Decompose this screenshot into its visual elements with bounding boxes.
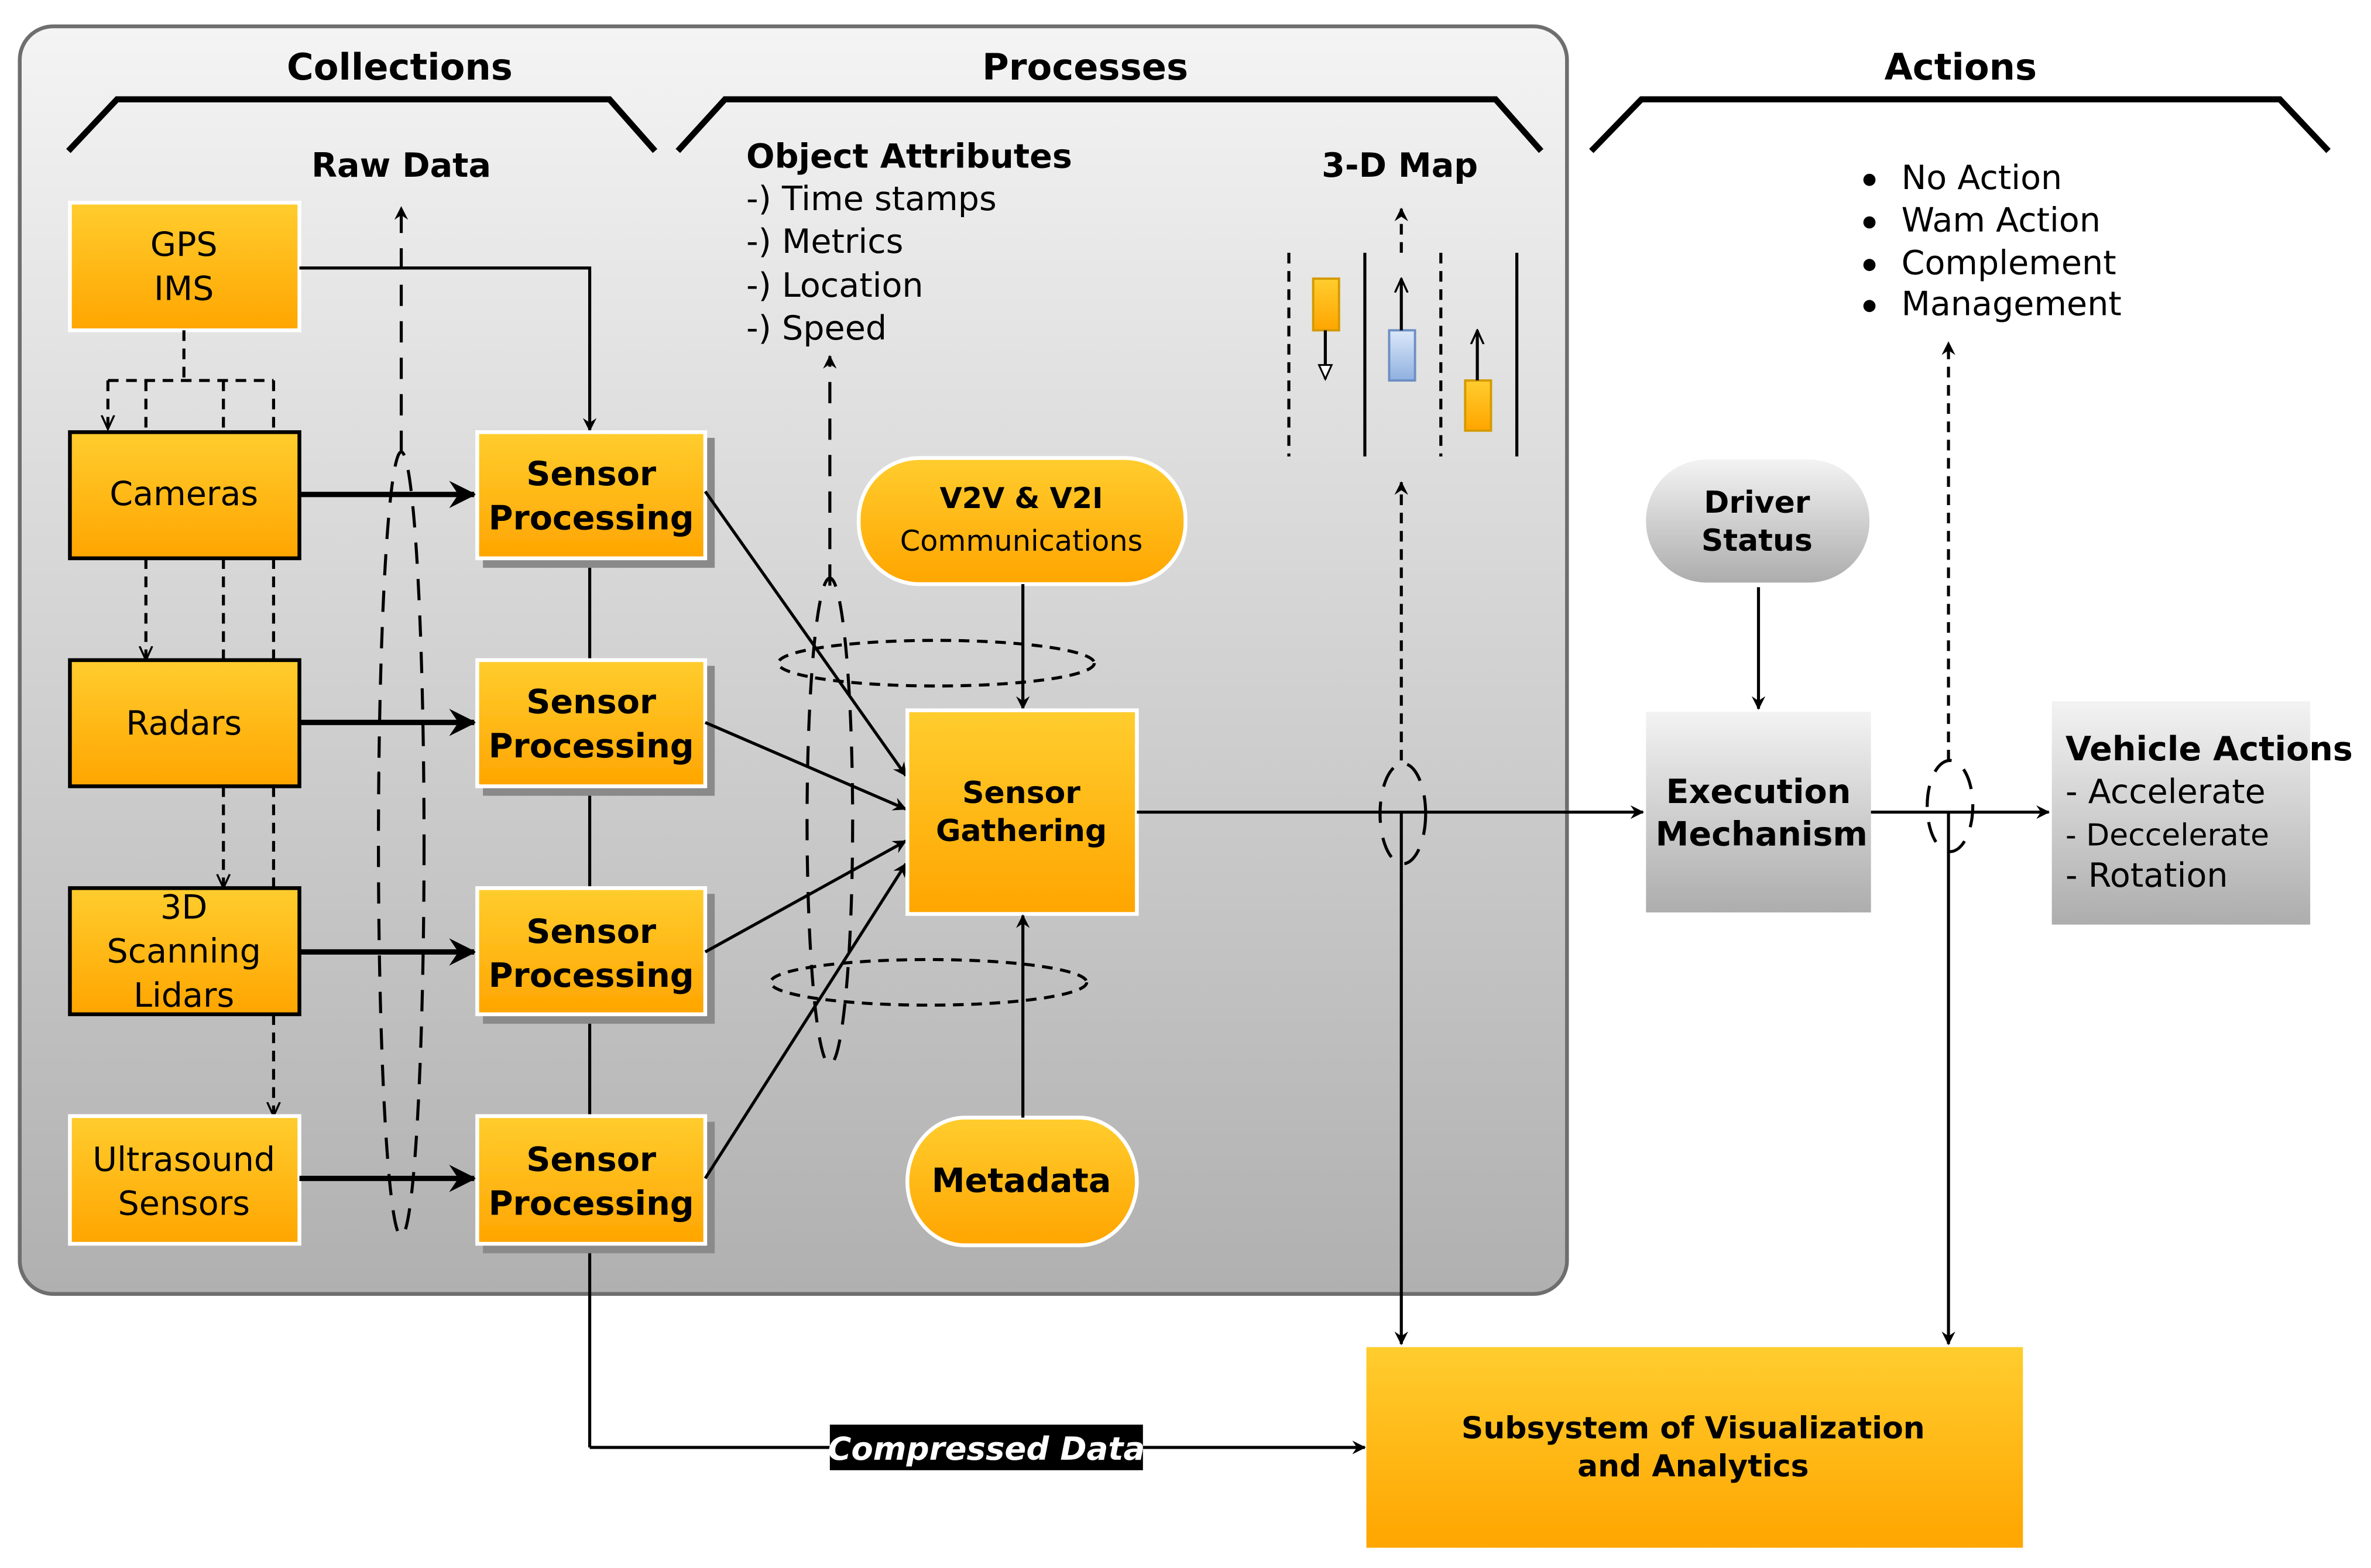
source-lidars-line2: Scanning — [107, 932, 261, 971]
action-list-item: Complement — [1902, 243, 2116, 282]
source-ultrasound[interactable]: Ultrasound Sensors — [68, 1114, 301, 1246]
sensor-gathering-line1: Sensor — [962, 776, 1080, 811]
subsystem-visualization-analytics[interactable]: Subsystem of Visualization and Analytics — [1366, 1347, 2023, 1548]
action-list: No Action Wam Action Complement Manageme… — [1863, 159, 2122, 323]
vehicle-actions[interactable]: Vehicle Actions - Accelerate - Deccelera… — [2051, 701, 2353, 925]
actions-bracket — [1589, 96, 2331, 153]
sensor-processing-1[interactable]: Sensor Processing — [475, 430, 708, 561]
object-attribute-item: -) Speed — [746, 309, 887, 348]
car-adjacent-icon — [1464, 379, 1492, 432]
vehicle-actions-item: - Rotation — [2065, 856, 2228, 895]
vehicle-actions-item: - Accelerate — [2065, 773, 2266, 811]
source-radars[interactable]: Radars — [68, 658, 301, 788]
sensor-gathering-line2: Gathering — [936, 814, 1107, 849]
vehicle-actions-item: - Deccelerate — [2065, 818, 2269, 853]
source-gps-ims-line1: GPS — [150, 225, 218, 264]
source-lidars-line3: Lidars — [133, 976, 234, 1015]
driver-status[interactable]: Driver Status — [1646, 459, 1870, 583]
source-gps-ims[interactable]: GPS IMS — [68, 200, 301, 332]
sensor-processing-4[interactable]: Sensor Processing — [475, 1114, 708, 1246]
section-actions-title: Actions — [1885, 46, 2037, 88]
sensor-processing-3-line1: Sensor — [526, 912, 656, 951]
sensor-processing-3-line2: Processing — [489, 956, 694, 995]
driver-status-line1: Driver — [1704, 485, 1810, 520]
sensor-processing-4-line2: Processing — [489, 1185, 694, 1223]
sensor-processing-4-line1: Sensor — [526, 1140, 656, 1179]
car-oncoming-icon — [1312, 277, 1340, 332]
source-lidars[interactable]: 3D Scanning Lidars — [68, 886, 301, 1017]
action-list-item: Management — [1902, 284, 2122, 323]
action-list-item: Wam Action — [1902, 201, 2101, 240]
sensor-processing-3[interactable]: Sensor Processing — [475, 886, 708, 1017]
source-gps-ims-line2: IMS — [154, 269, 214, 308]
object-attribute-item: -) Location — [746, 266, 924, 305]
v2v-line1: V2V & V2I — [940, 481, 1103, 515]
sensor-processing-2-line1: Sensor — [526, 683, 656, 722]
sensor-gathering[interactable]: Sensor Gathering — [905, 708, 1139, 916]
source-ultrasound-line1: Ultrasound — [92, 1140, 275, 1179]
subsystem-line1: Subsystem of Visualization — [1461, 1411, 1925, 1446]
vehicle-actions-title: Vehicle Actions — [2065, 730, 2353, 768]
car-ego-icon — [1388, 329, 1416, 382]
object-attribute-item: -) Metrics — [746, 222, 903, 261]
action-list-item: No Action — [1902, 159, 2063, 197]
object-attribute-item: -) Time stamps — [746, 180, 997, 218]
section-processes-title: Processes — [982, 46, 1188, 88]
sensor-processing-1-line1: Sensor — [526, 455, 656, 493]
metadata[interactable]: Metadata — [905, 1116, 1139, 1247]
sensor-processing-1-line2: Processing — [489, 499, 694, 538]
execution-mechanism-line1: Execution — [1666, 773, 1851, 811]
execution-mechanism[interactable]: Execution Mechanism — [1646, 712, 1871, 912]
raw-data-label: Raw Data — [311, 146, 491, 185]
source-lidars-line1: 3D — [160, 888, 207, 927]
source-cameras[interactable]: Cameras — [68, 430, 301, 561]
system-diagram: Collections Processes Actions Raw Data G… — [18, 24, 2353, 1548]
driver-status-line2: Status — [1701, 523, 1813, 558]
source-cameras-label: Cameras — [109, 475, 258, 513]
map-label: 3-D Map — [1322, 146, 1478, 185]
sensor-processing-2-line2: Processing — [489, 727, 694, 766]
execution-mechanism-line2: Mechanism — [1656, 815, 1868, 854]
source-radars-label: Radars — [126, 704, 242, 743]
compressed-data-label: Compressed Data — [828, 1430, 1145, 1467]
object-attributes-title: Object Attributes — [746, 137, 1072, 176]
metadata-label: Metadata — [932, 1162, 1111, 1200]
source-ultrasound-line2: Sensors — [118, 1185, 250, 1223]
v2v-v2i-communications[interactable]: V2V & V2I Communications — [856, 456, 1188, 586]
subsystem-line2: and Analytics — [1577, 1449, 1809, 1484]
v2v-line2: Communications — [900, 524, 1143, 558]
sensor-processing-2[interactable]: Sensor Processing — [475, 658, 708, 788]
section-collections-title: Collections — [287, 46, 513, 88]
